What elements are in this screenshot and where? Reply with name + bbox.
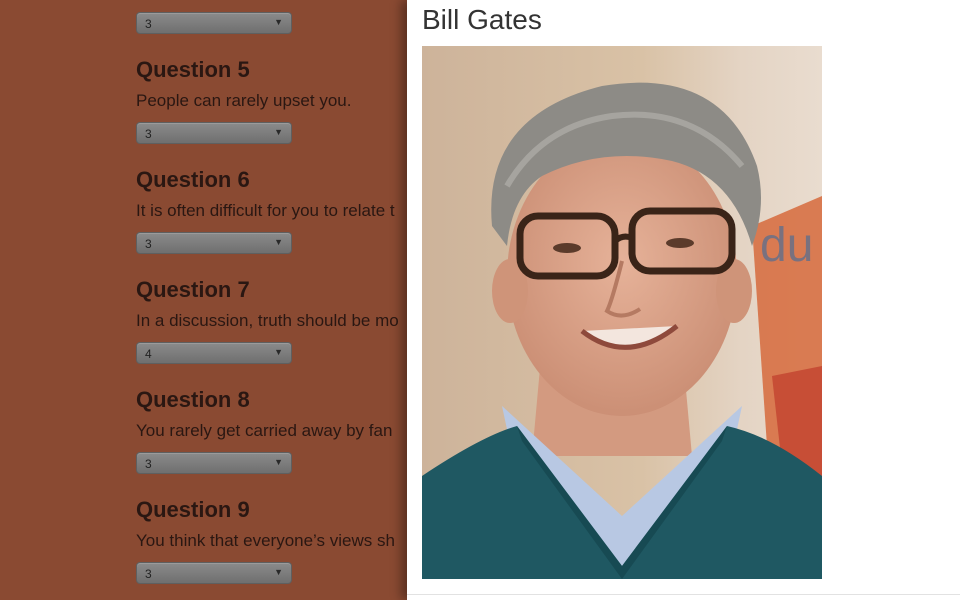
chevron-down-icon: ▼: [274, 347, 283, 357]
question-title: Question 6: [136, 167, 250, 192]
question-text: In a discussion, truth should be mo: [136, 311, 399, 330]
answer-select-q5[interactable]: 3 ▼: [136, 122, 292, 144]
question-9: Question 9 You think that everyone’s vie…: [136, 497, 395, 551]
chevron-down-icon: ▼: [274, 17, 283, 27]
select-value: 4: [145, 347, 152, 361]
modal-title: Bill Gates: [422, 4, 542, 35]
question-text: People can rarely upset you.: [136, 91, 352, 110]
select-value: 3: [145, 237, 152, 251]
chevron-down-icon: ▼: [274, 127, 283, 137]
question-text: You rarely get carried away by fan: [136, 421, 393, 440]
question-text: It is often difficult for you to relate …: [136, 201, 395, 220]
portrait-photo: du: [422, 46, 822, 579]
question-text: You think that everyone’s views sh: [136, 531, 395, 550]
answer-select-q6[interactable]: 3 ▼: [136, 232, 292, 254]
quiz-panel: 3 ▼ Question 5 People can rarely upset y…: [0, 0, 410, 600]
svg-text:du: du: [760, 219, 813, 272]
question-title: Question 9: [136, 497, 250, 522]
question-8: Question 8 You rarely get carried away b…: [136, 387, 392, 441]
select-value: 3: [145, 127, 152, 141]
chevron-down-icon: ▼: [274, 567, 283, 577]
select-value: 3: [145, 567, 152, 581]
select-value: 3: [145, 457, 152, 471]
result-modal: Bill Gates du: [407, 0, 960, 600]
question-title: Question 7: [136, 277, 250, 302]
select-value: 3: [145, 17, 152, 31]
answer-select-q4[interactable]: 3 ▼: [136, 12, 292, 34]
question-title: Question 8: [136, 387, 250, 412]
modal-divider: [407, 594, 960, 595]
chevron-down-icon: ▼: [274, 457, 283, 467]
answer-select-q8[interactable]: 3 ▼: [136, 452, 292, 474]
question-6: Question 6 It is often difficult for you…: [136, 167, 395, 221]
question-7: Question 7 In a discussion, truth should…: [136, 277, 399, 331]
answer-select-q7[interactable]: 4 ▼: [136, 342, 292, 364]
answer-select-q9[interactable]: 3 ▼: [136, 562, 292, 584]
question-title: Question 5: [136, 57, 250, 82]
question-5: Question 5 People can rarely upset you.: [136, 57, 351, 111]
chevron-down-icon: ▼: [274, 237, 283, 247]
